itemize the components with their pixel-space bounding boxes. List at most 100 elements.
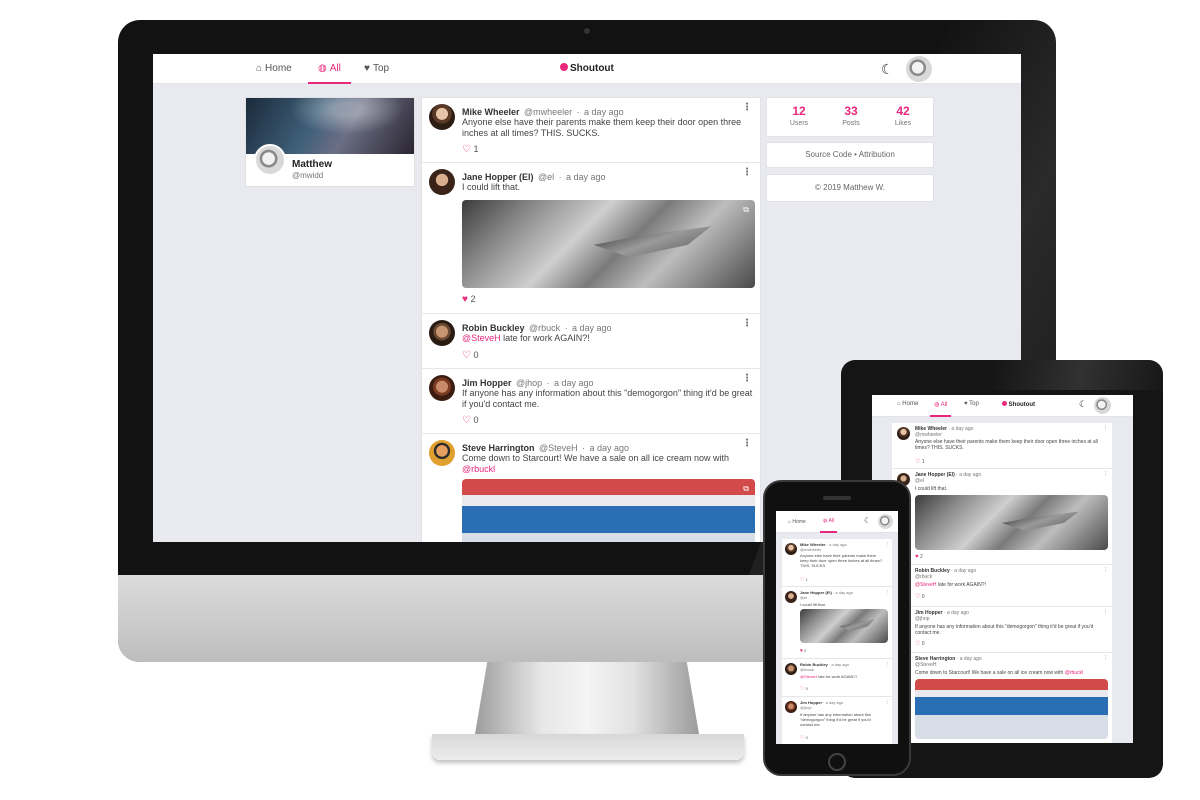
stat-posts-label: Posts [842, 120, 860, 127]
post-timestamp: a day ago [566, 172, 606, 182]
post-menu-icon[interactable]: ⋮ [1103, 609, 1108, 615]
phone-dark-mode-toggle[interactable]: ☾ [864, 516, 871, 525]
post-avatar[interactable] [429, 169, 455, 195]
tablet-brand-logo[interactable]: Shoutout [1002, 401, 1035, 408]
post-author-handle: @SteveH [538, 443, 578, 453]
post-author-name[interactable]: Jim Hopper [462, 378, 512, 388]
post-like-button[interactable]: ♡ 1 [800, 577, 808, 583]
post-like-button[interactable]: ♥ 2 [462, 294, 475, 305]
post-avatar[interactable] [785, 591, 797, 603]
post-like-button[interactable]: ♡ 0 [800, 735, 808, 741]
post-item: Jane Hopper (El) · a day ago @el I could… [782, 587, 892, 659]
brand-logo[interactable]: Shoutout [560, 54, 614, 84]
tablet-nav-all[interactable]: ◍ All [930, 395, 952, 417]
nav-all[interactable]: ◍ All [308, 54, 351, 84]
post-menu-icon[interactable]: ⋮ [1103, 655, 1108, 661]
post-text: @SteveH late for work AGAIN?! [462, 333, 590, 343]
attribution-link[interactable]: Attribution [859, 150, 895, 159]
post-menu-icon[interactable]: ⋮ [1103, 567, 1108, 573]
heart-outline-icon: ♡ [462, 415, 471, 426]
post-avatar[interactable] [429, 320, 455, 346]
post-timestamp: a day ago [584, 107, 624, 117]
copyright-card: © 2019 Matthew W. [766, 174, 934, 202]
post-timestamp: a day ago [589, 443, 630, 453]
post-author-name[interactable]: Robin Buckley [462, 323, 525, 333]
post-author-handle: @mwheeler [915, 432, 942, 438]
post-avatar[interactable] [897, 427, 910, 440]
post-text: @SteveH late for work AGAIN?! [915, 582, 986, 588]
profile-avatar[interactable] [254, 144, 286, 176]
mention-link[interactable]: @rbuckl [1065, 670, 1083, 676]
post-menu-icon[interactable]: ⋮ [885, 661, 889, 666]
post-like-button[interactable]: ♥ 2 [915, 554, 923, 560]
post-avatar[interactable] [785, 663, 797, 675]
external-link-icon[interactable]: ⧉ [743, 205, 749, 215]
post-image[interactable]: ⧉ [462, 200, 755, 288]
post-menu-icon[interactable]: ⋮ [742, 167, 752, 178]
tablet-screen: ⌂ Home ◍ All ♥ Top Shoutout ☾ Mike Wheel… [872, 395, 1133, 743]
post-menu-icon[interactable]: ⋮ [1103, 425, 1108, 431]
megaphone-icon [1002, 401, 1007, 406]
post-avatar[interactable] [429, 375, 455, 401]
heart-filled-icon: ♥ [915, 554, 919, 560]
tablet-dark-mode-toggle[interactable]: ☾ [1079, 399, 1087, 410]
home-icon: ⌂ [897, 401, 901, 407]
phone-home-button[interactable] [828, 753, 846, 771]
post-image[interactable] [915, 495, 1108, 550]
post-avatar[interactable] [785, 543, 797, 555]
mention-link[interactable]: @SteveH [800, 674, 817, 679]
nav-top[interactable]: ♥ Top [364, 54, 389, 84]
heart-outline-icon: ♡ [800, 735, 805, 741]
globe-icon: ◍ [318, 63, 327, 74]
post-author-handle: @jhop [915, 616, 930, 622]
mention-link[interactable]: @SteveH [915, 582, 936, 588]
post-item: Robin Buckley · a day ago @rbuck @SteveH… [782, 659, 892, 697]
phone-navbar: ⌂ Home ◍ All ☾ [776, 511, 898, 533]
post-avatar[interactable] [429, 440, 455, 466]
post-like-button[interactable]: ♡ 0 [800, 686, 808, 692]
post-like-button[interactable]: ♡ 0 [462, 415, 479, 426]
phone-feed: Mike Wheeler · a day ago @mwheeler Anyon… [782, 539, 892, 744]
post-menu-icon[interactable]: ⋮ [885, 699, 889, 704]
post-item: Jane Hopper (El) @el · a day ago ⋮ I cou… [422, 163, 760, 314]
post-menu-icon[interactable]: ⋮ [742, 318, 752, 329]
external-link-icon[interactable]: ⧉ [743, 484, 749, 494]
post-like-button[interactable]: ♡ 1 [462, 144, 479, 155]
post-avatar[interactable] [429, 104, 455, 130]
post-image[interactable] [915, 679, 1108, 739]
post-image[interactable]: ⧉ [462, 479, 755, 542]
tablet-nav-top[interactable]: ♥ Top [964, 401, 979, 407]
post-author-handle: @mwheeler [800, 547, 822, 552]
post-like-button[interactable]: ♥ 2 [800, 648, 806, 654]
post-like-button[interactable]: ♡ 0 [462, 350, 479, 361]
phone-nav-home[interactable]: ⌂ Home [788, 519, 806, 525]
post-menu-icon[interactable]: ⋮ [742, 373, 752, 384]
heart-filled-icon: ♥ [462, 294, 468, 305]
post-menu-icon[interactable]: ⋮ [885, 541, 889, 546]
post-like-button[interactable]: ♡ 1 [915, 458, 925, 465]
post-author-name[interactable]: Jane Hopper (El) [462, 172, 534, 182]
post-author-name[interactable]: Mike Wheeler [462, 107, 520, 117]
tablet-nav-home[interactable]: ⌂ Home [897, 401, 918, 407]
tablet-user-avatar[interactable] [1094, 397, 1111, 414]
post-author-name[interactable]: Steve Harrington [462, 443, 535, 453]
mention-link[interactable]: @SteveH [462, 333, 501, 343]
nav-home[interactable]: ⌂ Home [256, 54, 292, 84]
phone-nav-all[interactable]: ◍ All [820, 511, 838, 533]
profile-name[interactable]: Matthew [292, 159, 332, 170]
post-menu-icon[interactable]: ⋮ [742, 438, 752, 449]
post-avatar[interactable] [785, 701, 797, 713]
post-menu-icon[interactable]: ⋮ [885, 589, 889, 594]
mention-link[interactable]: @rbuckl [462, 464, 495, 474]
source-code-link[interactable]: Source Code [805, 150, 852, 159]
post-like-button[interactable]: ♡ 0 [915, 640, 925, 647]
post-menu-icon[interactable]: ⋮ [1103, 471, 1108, 477]
post-menu-icon[interactable]: ⋮ [742, 102, 752, 113]
dark-mode-toggle[interactable]: ☾ [881, 54, 894, 84]
user-avatar[interactable] [906, 56, 932, 82]
post-author-handle: @rbuck [800, 667, 814, 672]
phone-user-avatar[interactable] [878, 514, 893, 529]
post-image[interactable] [800, 609, 888, 643]
post-like-button[interactable]: ♡ 0 [915, 593, 925, 600]
post-item: Jim Hopper · a day ago @jhop If anyone h… [782, 697, 892, 744]
